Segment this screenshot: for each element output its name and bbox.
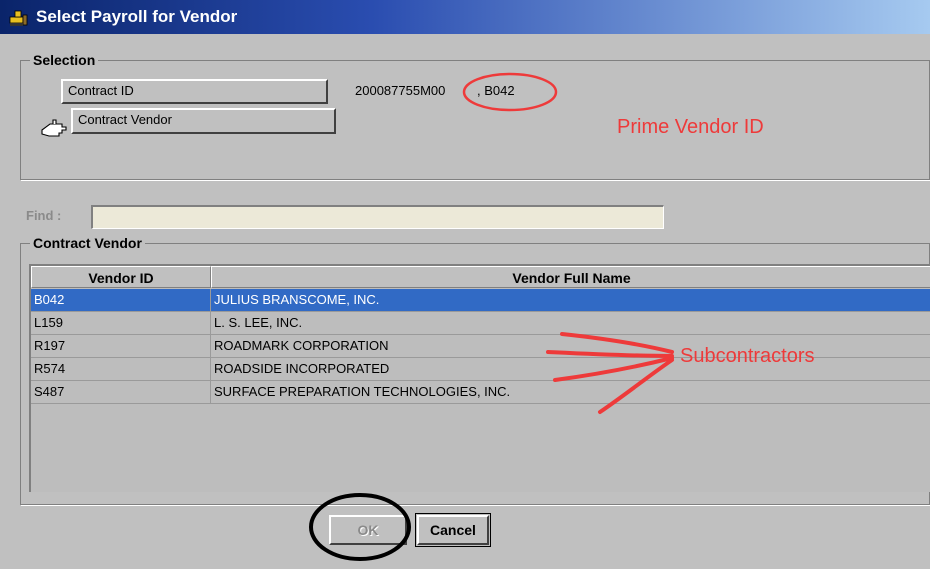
vendor-id-circle-annotation [462, 72, 558, 112]
annotation-overlay [309, 72, 674, 561]
subcontractors-arrows-annotation [546, 332, 674, 414]
select-payroll-dialog: Select Payroll for Vendor Selection Cont… [0, 0, 930, 569]
ok-button-circle-annotation [309, 493, 411, 561]
